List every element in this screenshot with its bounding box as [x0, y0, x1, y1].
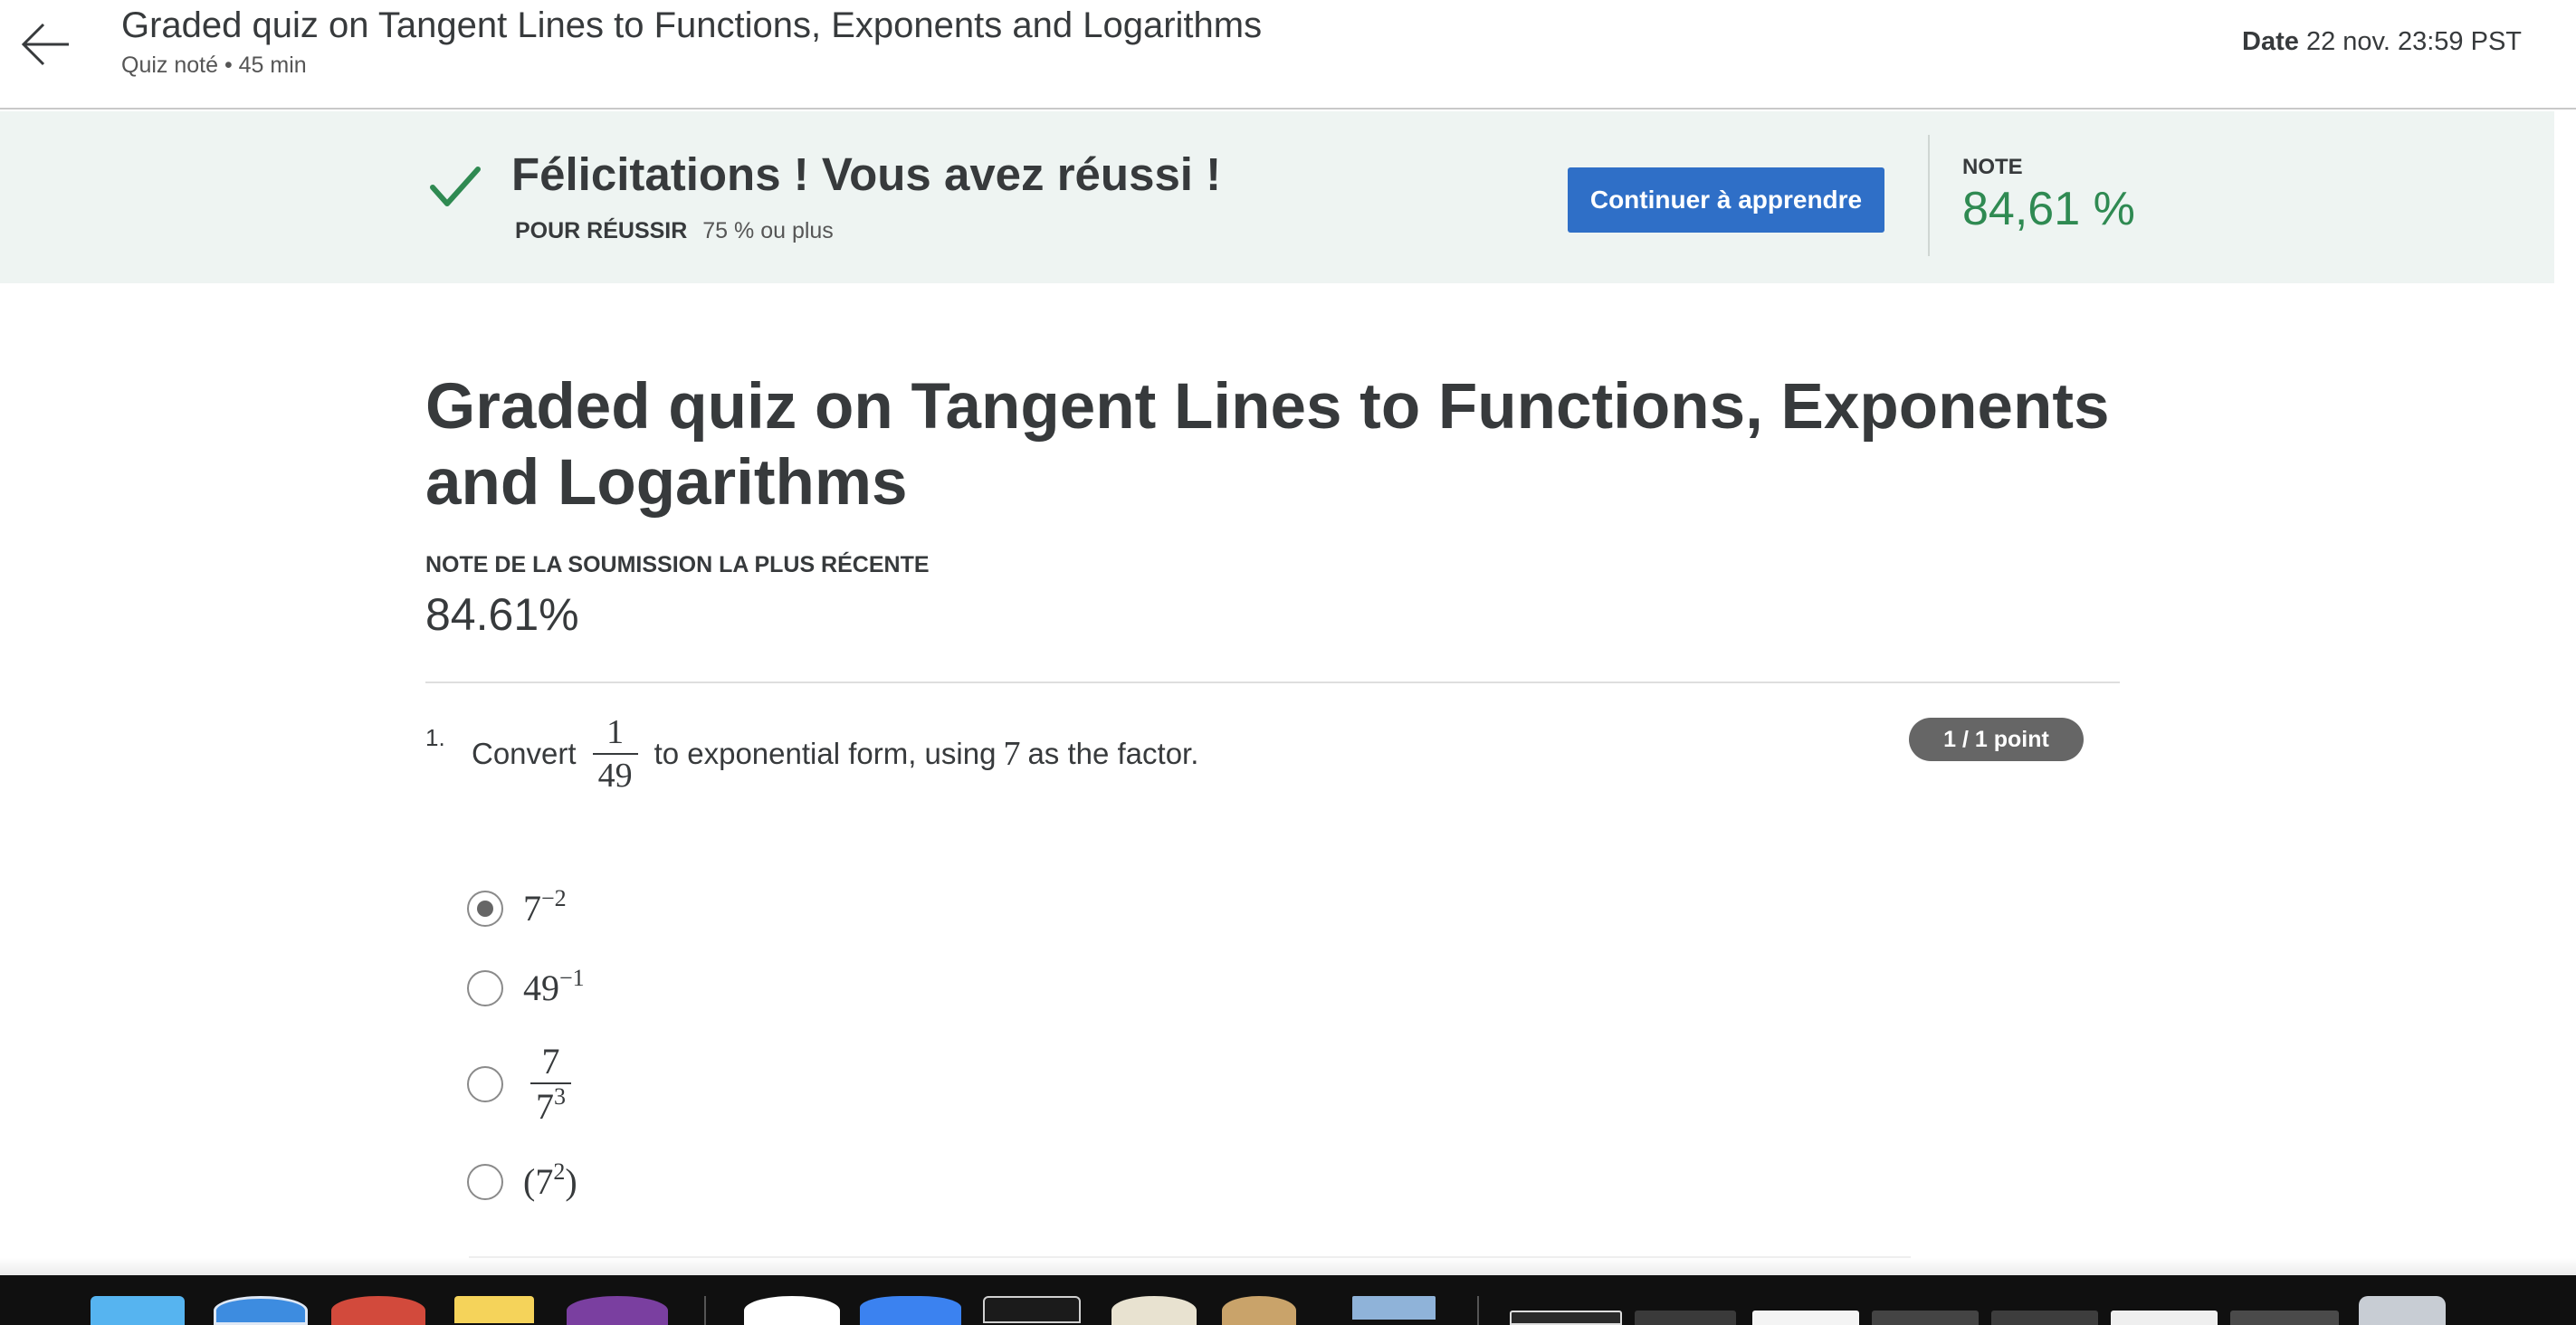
pass-threshold: POUR RÉUSSIR 75 % ou plus: [515, 218, 834, 244]
date-label: Date: [2242, 27, 2299, 56]
preview-icon[interactable]: [1352, 1296, 1436, 1320]
question-text-before: Convert: [472, 737, 577, 770]
back-arrow-icon[interactable]: [16, 14, 76, 74]
app-icon-red[interactable]: [331, 1296, 425, 1325]
option-open-paren: (: [523, 1161, 536, 1202]
option-exponent: −1: [559, 965, 585, 991]
question-text-middle: to exponential form, using: [654, 737, 997, 770]
option-denominator-exponent: 3: [554, 1083, 566, 1110]
window-thumbnail[interactable]: [1872, 1311, 1979, 1325]
divider: [1928, 135, 1930, 256]
option-exponent: 2: [553, 1158, 566, 1185]
question-number: 1.: [425, 724, 445, 751]
finder-icon[interactable]: [91, 1296, 185, 1325]
radio-button[interactable]: [467, 969, 503, 1006]
due-date: Date 22 nov. 23:59 PST: [2242, 27, 2522, 57]
app-icon-white[interactable]: [744, 1296, 840, 1325]
window-thumbnail[interactable]: [2111, 1311, 2218, 1325]
grade-value: 84,61 %: [1962, 183, 2135, 235]
pass-value: 75 % ou plus: [702, 218, 834, 243]
radio-button-selected[interactable]: [467, 890, 503, 927]
option-denominator-base: 7: [536, 1086, 554, 1127]
option-denominator: 73: [530, 1082, 571, 1128]
answer-option-1[interactable]: 7−2: [467, 887, 567, 929]
notes-icon[interactable]: [454, 1296, 534, 1323]
question-text-after: as the factor.: [1027, 737, 1199, 770]
dock-separator: [704, 1296, 706, 1325]
option-base: 49: [523, 968, 559, 1008]
app-icon-beige[interactable]: [1111, 1296, 1197, 1325]
option-1-math: 7−2: [523, 887, 567, 929]
fraction-denominator: 49: [592, 753, 638, 795]
option-4-math: (72): [523, 1160, 577, 1203]
header-title: Graded quiz on Tangent Lines to Function…: [121, 5, 1263, 45]
points-badge: 1 / 1 point: [1909, 718, 2084, 761]
success-title: Félicitations ! Vous avez réussi !: [511, 148, 1222, 200]
answer-option-3[interactable]: 7 73: [467, 1041, 571, 1128]
window-thumbnail[interactable]: [1752, 1311, 1859, 1325]
safari-icon[interactable]: [214, 1296, 308, 1325]
option-3-math: 7 73: [530, 1041, 571, 1128]
app-icon-purple[interactable]: [567, 1296, 668, 1325]
question-text: Convert 1 49 to exponential form, using …: [472, 713, 1198, 795]
option-base: 7: [523, 888, 541, 929]
window-thumbnail[interactable]: [2230, 1311, 2339, 1325]
continue-learning-button[interactable]: Continuer à apprendre: [1568, 167, 1884, 233]
window-thumbnail[interactable]: [1510, 1311, 1622, 1325]
radio-button[interactable]: [467, 1163, 503, 1200]
date-value: 22 nov. 23:59 PST: [2305, 27, 2522, 56]
answer-option-2[interactable]: 49−1: [467, 967, 585, 1009]
recent-submission-grade: 84.61%: [425, 589, 579, 640]
terminal-icon[interactable]: [983, 1296, 1081, 1323]
fraction-numerator: 1: [606, 713, 625, 751]
option-2-math: 49−1: [523, 967, 585, 1009]
window-thumbnail[interactable]: [1991, 1311, 2098, 1325]
header-subtitle: Quiz noté • 45 min: [121, 52, 307, 78]
recent-submission-label: NOTE DE LA SOUMISSION LA PLUS RÉCENTE: [425, 552, 930, 577]
option-numerator: 7: [541, 1041, 560, 1082]
option-base: 7: [535, 1161, 554, 1202]
dock-separator: [1477, 1296, 1479, 1325]
window-thumbnail[interactable]: [1635, 1311, 1736, 1325]
top-header: Graded quiz on Tangent Lines to Function…: [0, 0, 2576, 110]
question-fraction: 1 49: [592, 713, 638, 795]
question-factor: 7: [1003, 735, 1021, 773]
checkmark-icon: [425, 157, 485, 216]
radio-button[interactable]: [467, 1066, 503, 1102]
option-close-paren: ): [565, 1161, 577, 1202]
success-banner: Félicitations ! Vous avez réussi ! POUR …: [0, 111, 2554, 283]
trash-icon[interactable]: [2359, 1296, 2446, 1325]
grade-label: NOTE: [1962, 155, 2023, 179]
answer-option-4[interactable]: (72): [467, 1160, 577, 1203]
option-exponent: −2: [541, 885, 567, 911]
page-title: Graded quiz on Tangent Lines to Function…: [425, 371, 2110, 519]
app-icon-keychain[interactable]: [1222, 1296, 1296, 1325]
pass-label: POUR RÉUSSIR: [515, 218, 688, 243]
divider: [425, 682, 2120, 683]
app-icon-blue[interactable]: [860, 1296, 961, 1325]
